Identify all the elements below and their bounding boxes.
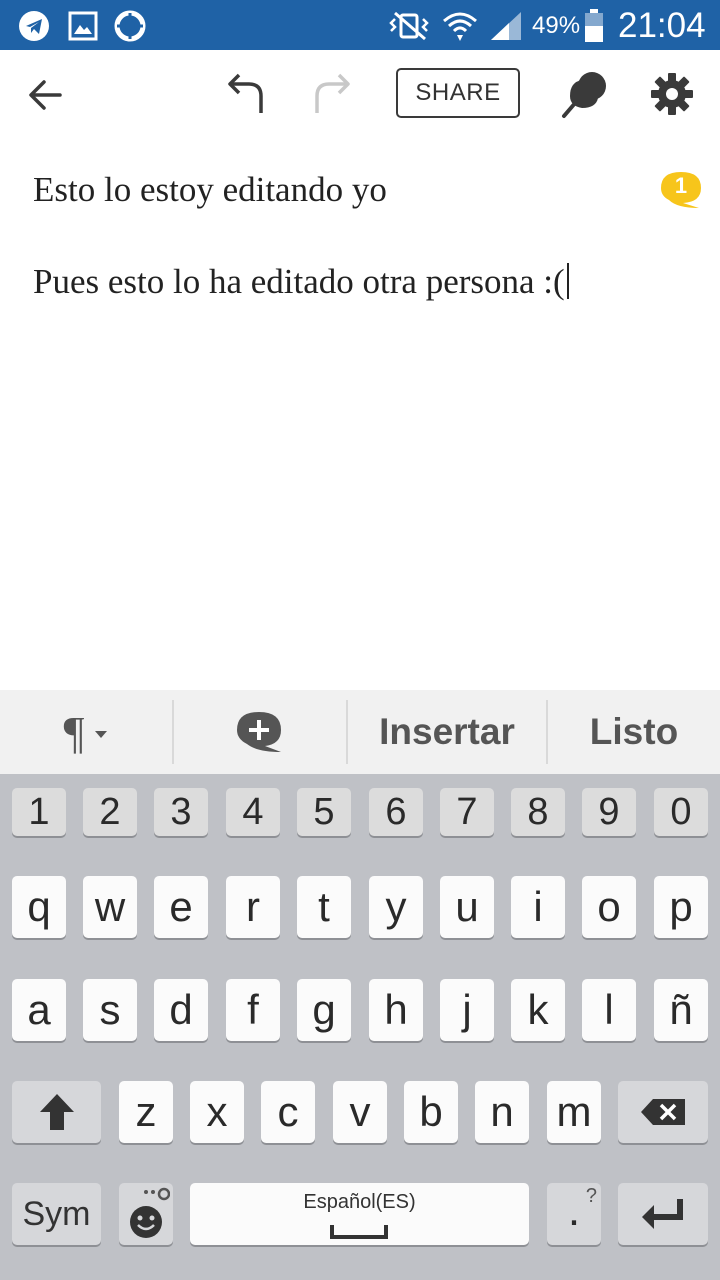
key-7[interactable]: 7: [440, 788, 494, 836]
comment-badge[interactable]: 1: [659, 170, 703, 210]
key-r[interactable]: r: [226, 876, 280, 938]
text-cursor: [566, 263, 569, 299]
key-y[interactable]: y: [369, 876, 423, 938]
back-arrow-icon: [29, 80, 62, 110]
enter-key[interactable]: [618, 1183, 708, 1245]
telegram-icon: [17, 9, 51, 43]
space-bar[interactable]: Español(ES): [190, 1183, 529, 1245]
key-k[interactable]: k: [511, 979, 565, 1041]
editor-toolbar: SHARE: [0, 50, 720, 138]
done-button[interactable]: Listo: [548, 690, 720, 774]
space-icon: [330, 1225, 388, 1239]
key-l[interactable]: l: [582, 979, 636, 1041]
add-comment-icon: [237, 712, 281, 752]
key-n[interactable]: n: [475, 1081, 529, 1143]
key-h[interactable]: h: [369, 979, 423, 1041]
pin-icon: [562, 72, 606, 118]
key-z[interactable]: z: [119, 1081, 173, 1143]
key-6[interactable]: 6: [369, 788, 423, 836]
settings-button[interactable]: [646, 68, 698, 120]
shift-arrow-icon: [39, 1094, 74, 1130]
period-key[interactable]: ? .: [547, 1183, 601, 1245]
backspace-icon: [641, 1099, 685, 1125]
battery-percentage: 49%: [532, 12, 581, 39]
key-8[interactable]: 8: [511, 788, 565, 836]
undo-button[interactable]: [220, 66, 270, 120]
key-f[interactable]: f: [226, 979, 280, 1041]
key-e[interactable]: e: [154, 876, 208, 938]
document-body[interactable]: Esto lo estoy editando yo 1 Pues esto lo…: [0, 138, 720, 690]
soft-keyboard: 1 2 3 4 5 6 7 8 9 0 q w e r t y u i o p …: [0, 774, 720, 1280]
period-hint: ?: [585, 1185, 597, 1207]
key-5[interactable]: 5: [297, 788, 351, 836]
key-4[interactable]: 4: [226, 788, 280, 836]
status-bar: 49% 21:04: [0, 0, 720, 50]
insert-button[interactable]: Insertar: [348, 690, 546, 774]
emoji-key[interactable]: [119, 1183, 173, 1245]
signal-icon: [488, 9, 524, 43]
battery-icon: [582, 9, 606, 43]
redo-button[interactable]: [308, 66, 358, 120]
keyboard-language-label: Español(ES): [303, 1191, 416, 1213]
key-x[interactable]: x: [190, 1081, 244, 1143]
key-2[interactable]: 2: [83, 788, 137, 836]
key-c[interactable]: c: [261, 1081, 315, 1143]
key-i[interactable]: i: [511, 876, 565, 938]
paragraph-1-text: Esto lo estoy editando yo: [33, 170, 387, 209]
back-button[interactable]: [20, 70, 70, 120]
key-s[interactable]: s: [83, 979, 137, 1041]
paragraph-2-text: Pues esto lo ha editado otra persona :(: [33, 262, 565, 301]
redo-icon: [315, 73, 350, 113]
settings-icon: [651, 73, 693, 115]
gallery-icon: [66, 9, 100, 43]
key-w[interactable]: w: [83, 876, 137, 938]
key-0[interactable]: 0: [654, 788, 708, 836]
key-m[interactable]: m: [547, 1081, 601, 1143]
key-d[interactable]: d: [154, 979, 208, 1041]
enter-icon: [642, 1199, 683, 1229]
shift-key[interactable]: [12, 1081, 101, 1143]
pilcrow-icon: ¶: [63, 706, 85, 758]
key-b[interactable]: b: [404, 1081, 458, 1143]
key-q[interactable]: q: [12, 876, 66, 938]
dropdown-arrow-icon: [95, 731, 108, 738]
share-button[interactable]: SHARE: [396, 68, 520, 118]
vibrate-off-icon: [386, 9, 432, 43]
key-u[interactable]: u: [440, 876, 494, 938]
key-o[interactable]: o: [582, 876, 636, 938]
paragraph-1[interactable]: Esto lo estoy editando yo: [33, 170, 387, 210]
period-label: .: [567, 1186, 581, 1235]
add-comment-button[interactable]: [174, 690, 346, 774]
wifi-icon: [440, 9, 480, 43]
undo-icon: [228, 73, 263, 113]
key-1[interactable]: 1: [12, 788, 66, 836]
backspace-key[interactable]: [618, 1081, 708, 1143]
format-bar: ¶ Insertar Listo: [0, 690, 720, 774]
pin-button[interactable]: [558, 66, 614, 122]
lifebuoy-icon: [113, 9, 147, 43]
key-g[interactable]: g: [297, 979, 351, 1041]
key-3[interactable]: 3: [154, 788, 208, 836]
comment-count: 1: [674, 173, 688, 198]
key-v[interactable]: v: [333, 1081, 387, 1143]
key-a[interactable]: a: [12, 979, 66, 1041]
key-p[interactable]: p: [654, 876, 708, 938]
paragraph-2[interactable]: Pues esto lo ha editado otra persona :(: [33, 262, 569, 302]
key-enye[interactable]: ñ: [654, 979, 708, 1041]
key-t[interactable]: t: [297, 876, 351, 938]
paragraph-style-button[interactable]: ¶: [0, 690, 172, 774]
key-9[interactable]: 9: [582, 788, 636, 836]
sym-key[interactable]: Sym: [12, 1183, 101, 1245]
key-j[interactable]: j: [440, 979, 494, 1041]
clock: 21:04: [618, 6, 706, 45]
emoji-settings-icon: [130, 1187, 170, 1238]
